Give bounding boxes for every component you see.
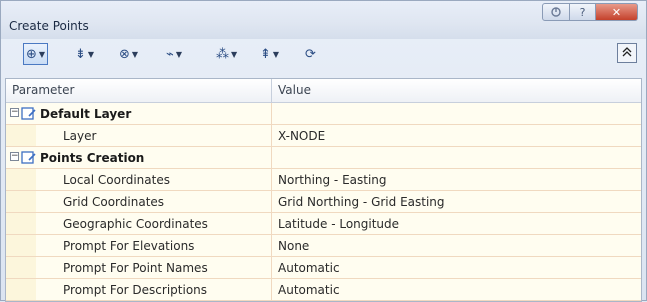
- help-button[interactable]: ?: [570, 3, 596, 21]
- toolbar: ⊕ ▼ ⇟ ▼ ⊗ ▼ ⌁ ▼ ⁂ ▼ ⇞ ▼ ⟳: [5, 41, 641, 69]
- intersection-tool-button[interactable]: ⊗ ▼: [119, 43, 138, 65]
- title-bar[interactable]: Create Points ? ✕: [1, 1, 646, 39]
- chevron-down-icon: ▼: [231, 49, 238, 59]
- help-icon: ?: [579, 5, 586, 19]
- property-name: Layer: [63, 129, 97, 143]
- surface-points-icon: ⁂: [216, 46, 229, 62]
- alignment-tool-button[interactable]: ⌁ ▼: [166, 43, 182, 65]
- property-name: Prompt For Elevations: [63, 239, 195, 253]
- property-value[interactable]: X-NODE: [278, 129, 325, 143]
- property-row-prompt-for-point-names[interactable]: Prompt For Point Names Automatic: [6, 257, 641, 279]
- collapse-panel-button[interactable]: [617, 43, 637, 63]
- value-column-header[interactable]: Value: [278, 83, 311, 97]
- layer-category-icon: [21, 107, 36, 120]
- miscellaneous-points-icon: ⇟: [75, 46, 86, 62]
- chevron-down-icon: ▼: [38, 49, 46, 59]
- property-name: Local Coordinates: [63, 173, 170, 187]
- category-label: Points Creation: [40, 151, 145, 165]
- category-row-points-creation[interactable]: − Points Creation: [6, 147, 641, 169]
- category-label: Default Layer: [40, 107, 132, 121]
- intersection-points-icon: ⊗: [119, 46, 130, 62]
- interpolate-tool-button[interactable]: ⇞ ▼: [260, 43, 279, 65]
- close-button[interactable]: ✕: [596, 3, 638, 21]
- modeless-icon[interactable]: [542, 3, 570, 21]
- chevron-down-icon: ▼: [131, 49, 139, 59]
- interpolate-points-icon: ⇞: [260, 46, 271, 62]
- property-name: Prompt For Point Names: [63, 261, 208, 275]
- caption-buttons: ? ✕: [542, 3, 638, 23]
- chevron-down-icon: ▼: [87, 49, 95, 59]
- property-value[interactable]: Automatic: [278, 261, 340, 275]
- chevron-down-icon: ▼: [272, 49, 280, 59]
- property-row-grid-coordinates[interactable]: Grid Coordinates Grid Northing - Grid Ea…: [6, 191, 641, 213]
- dialog-title: Create Points: [9, 19, 89, 33]
- property-row-geographic-coordinates[interactable]: Geographic Coordinates Latitude - Longit…: [6, 213, 641, 235]
- property-value[interactable]: None: [278, 239, 309, 253]
- parameters-grid: Parameter Value − Default Layer Layer X-…: [5, 78, 642, 302]
- double-chevron-up-icon: [622, 46, 632, 60]
- surface-tool-button[interactable]: ⁂ ▼: [216, 43, 237, 65]
- property-value[interactable]: Latitude - Longitude: [278, 217, 399, 231]
- slope-tool-button[interactable]: ⟳: [305, 43, 316, 65]
- property-row-layer[interactable]: Layer X-NODE: [6, 125, 641, 147]
- category-row-default-layer[interactable]: − Default Layer: [6, 103, 641, 125]
- slope-points-icon: ⟳: [305, 46, 316, 62]
- create-points-dialog: Create Points ? ✕ ⊕ ▼ ⇟ ▼ ⊗ ▼ ⌁ ▼ ⁂ ▼ ⇞ …: [0, 0, 647, 302]
- collapse-icon[interactable]: −: [10, 152, 19, 161]
- grid-header: Parameter Value: [6, 79, 641, 103]
- property-name: Grid Coordinates: [63, 195, 165, 209]
- property-name: Prompt For Descriptions: [63, 283, 208, 297]
- alignment-points-icon: ⌁: [166, 46, 174, 62]
- points-category-icon: [21, 151, 36, 164]
- property-value[interactable]: Automatic: [278, 283, 340, 297]
- property-row-prompt-for-elevations[interactable]: Prompt For Elevations None: [6, 235, 641, 257]
- parameter-column-header[interactable]: Parameter: [12, 83, 74, 97]
- miscellaneous-tool-button[interactable]: ⇟ ▼: [75, 43, 94, 65]
- property-value[interactable]: Grid Northing - Grid Easting: [278, 195, 445, 209]
- point-creation-tool-button[interactable]: ⊕ ▼: [23, 43, 49, 65]
- property-row-prompt-for-descriptions[interactable]: Prompt For Descriptions Automatic: [6, 279, 641, 301]
- point-creation-icon: ⊕: [26, 46, 37, 62]
- collapse-icon[interactable]: −: [10, 108, 19, 117]
- property-name: Geographic Coordinates: [63, 217, 208, 231]
- column-divider[interactable]: [271, 79, 272, 102]
- close-icon: ✕: [611, 5, 622, 19]
- property-value[interactable]: Northing - Easting: [278, 173, 387, 187]
- property-row-local-coordinates[interactable]: Local Coordinates Northing - Easting: [6, 169, 641, 191]
- chevron-down-icon: ▼: [175, 49, 182, 59]
